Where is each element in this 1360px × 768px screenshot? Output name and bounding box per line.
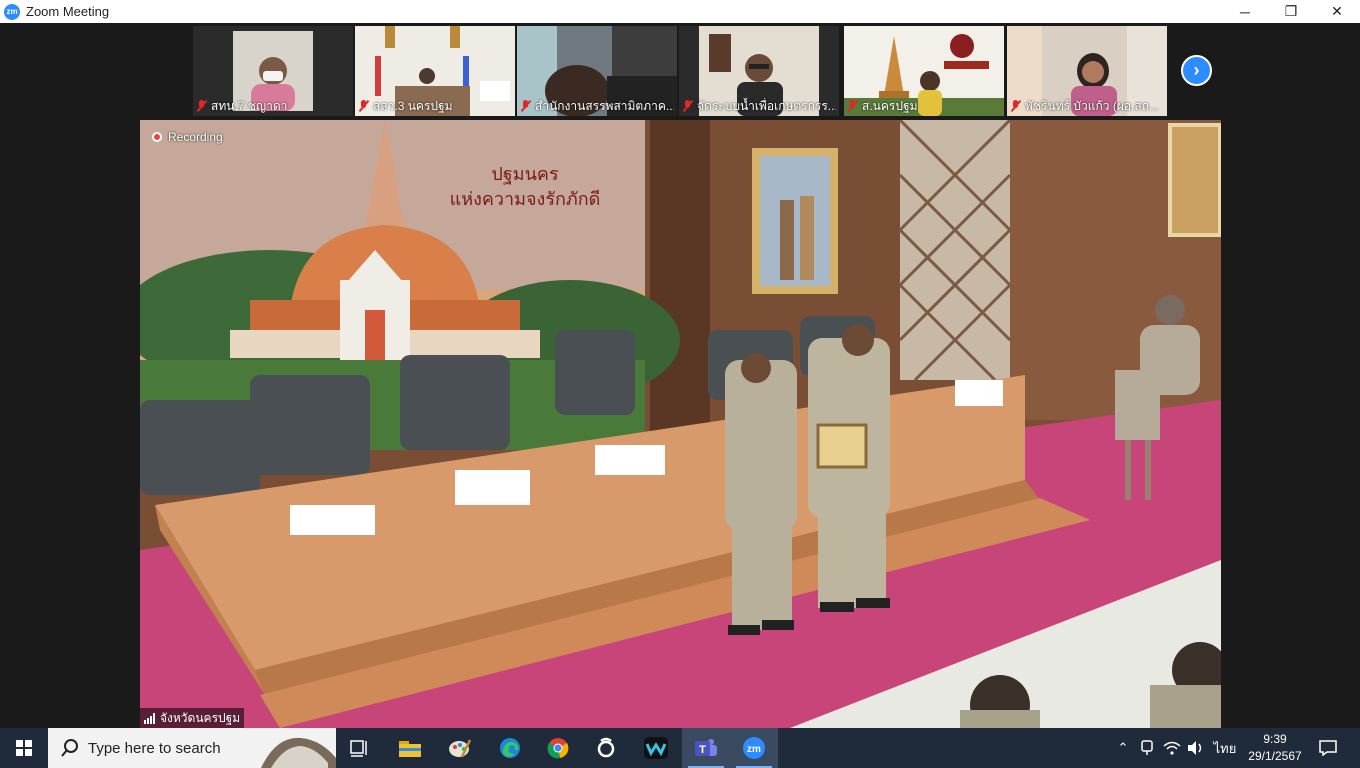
mic-muted-icon <box>520 100 531 112</box>
system-clock[interactable]: 9:39 29/1/2567 <box>1244 731 1306 765</box>
clock-time: 9:39 <box>1263 732 1287 746</box>
chrome-button[interactable] <box>534 728 582 768</box>
device-icon <box>1141 740 1153 755</box>
participant-name: ส.นครปฐม <box>847 98 1001 114</box>
window-title: Zoom Meeting <box>26 4 110 19</box>
device-tray-button[interactable] <box>1136 728 1158 768</box>
wifi-icon <box>1163 741 1181 755</box>
participant-name: จัดระบบน้ำเพื่อเกษตรกรร... <box>682 98 836 114</box>
participant-thumbnail[interactable]: สสว.3 นครปฐม <box>355 26 515 116</box>
banner-title: ปฐมนคร <box>491 164 559 185</box>
minimize-button[interactable]: ─ <box>1222 0 1268 23</box>
search-placeholder: Type here to search <box>88 739 221 757</box>
title-bar: zm Zoom Meeting ─ ❐ ✕ <box>0 0 1360 23</box>
taskbar-search-box[interactable]: Type here to search <box>48 728 336 768</box>
svg-text:zm: zm <box>747 744 761 755</box>
app-circle-button[interactable] <box>582 728 630 768</box>
participant-name: สำนักงานสรรพสามิตภาค... <box>520 98 674 114</box>
participant-thumbnail[interactable]: ส.นครปฐม <box>844 26 1004 116</box>
mic-muted-icon <box>196 100 207 112</box>
language-indicator[interactable]: ไทย <box>1210 728 1240 768</box>
chevron-up-icon: ⌃ <box>1117 740 1129 755</box>
participant-thumbnail[interactable]: จัดระบบน้ำเพื่อเกษตรกรร... <box>679 26 839 116</box>
participant-thumbnail[interactable]: พัชรินทร์ บัวแก้ว (ผอ.สถ... <box>1007 26 1167 116</box>
zoom-logo-icon: zm <box>4 3 20 20</box>
mic-muted-icon <box>358 100 369 112</box>
mic-muted-icon <box>682 100 693 112</box>
windows-taskbar: Type here to search T zm ⌃ ไทย 9:39 29/1… <box>0 728 1360 768</box>
paint-button[interactable] <box>436 728 484 768</box>
file-explorer-button[interactable] <box>386 728 434 768</box>
banner-subtitle: แห่งความจงรักภักดี <box>450 189 601 210</box>
main-video[interactable]: ปฐมนคร แห่งความจงรักภักดี Recording จังห… <box>140 120 1221 728</box>
chevron-right-icon: › <box>1193 60 1200 80</box>
volume-button[interactable] <box>1184 728 1208 768</box>
meeting-area: สทน.7 ชญาดา สสว.3 นครปฐม สำนักงานสรรพสาม… <box>0 23 1360 728</box>
search-icon <box>61 739 78 757</box>
ceremony-video-scene: ปฐมนคร แห่งความจงรักภักดี <box>140 120 1221 728</box>
task-view-icon <box>350 740 367 757</box>
participant-name: สสว.3 นครปฐม <box>358 98 512 114</box>
edge-icon <box>500 738 520 758</box>
participant-thumbnail[interactable]: สทน.7 ชญาดา <box>193 26 353 116</box>
windows-logo-icon <box>16 740 32 756</box>
speaker-volume-icon <box>1188 741 1202 755</box>
webex-icon <box>644 737 668 759</box>
maximize-button[interactable]: ❐ <box>1268 0 1314 23</box>
folder-icon <box>399 741 421 757</box>
webex-button[interactable] <box>632 728 680 768</box>
recording-dot-icon <box>152 132 162 142</box>
mic-muted-icon <box>847 100 858 112</box>
next-page-button[interactable]: › <box>1181 55 1212 86</box>
notification-icon <box>1319 740 1337 756</box>
recording-indicator[interactable]: Recording <box>152 130 223 144</box>
teams-icon: T <box>695 739 717 756</box>
start-button[interactable] <box>0 728 48 768</box>
clock-date: 29/1/2567 <box>1248 749 1302 763</box>
palette-icon <box>449 739 472 758</box>
signal-strength-icon <box>144 712 155 724</box>
task-view-button[interactable] <box>336 728 384 768</box>
close-button[interactable]: ✕ <box>1314 0 1360 23</box>
circle-app-icon <box>597 737 615 758</box>
participant-name: สทน.7 ชญาดา <box>196 98 350 114</box>
participant-name: พัชรินทร์ บัวแก้ว (ผอ.สถ... <box>1010 98 1164 114</box>
zoom-app-icon: zm <box>743 737 765 759</box>
show-hidden-icons-button[interactable]: ⌃ <box>1112 728 1134 768</box>
network-button[interactable] <box>1160 728 1184 768</box>
edge-button[interactable] <box>486 728 534 768</box>
chrome-icon <box>547 738 569 759</box>
svg-text:T: T <box>699 744 706 756</box>
mic-muted-icon <box>1010 100 1021 112</box>
active-speaker-label: จังหวัดนครปฐม <box>140 708 245 728</box>
zoom-taskbar-button[interactable]: zm <box>730 728 778 768</box>
teams-button[interactable]: T <box>682 728 730 768</box>
notifications-button[interactable] <box>1312 728 1344 768</box>
participant-thumbnail[interactable]: สำนักงานสรรพสามิตภาค... <box>517 26 677 116</box>
search-highlight-icon <box>261 737 336 768</box>
